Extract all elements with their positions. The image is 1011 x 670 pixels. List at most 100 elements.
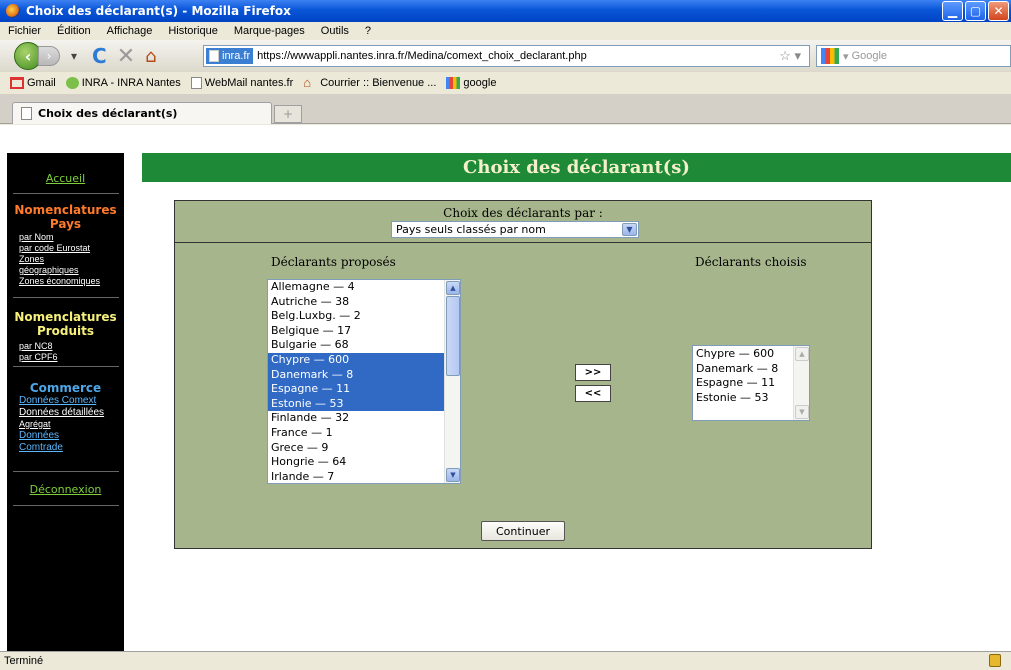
bookmark-star-icon[interactable]: ☆ ▾ (779, 48, 801, 64)
sidebar-heading-nomenclatures-produits: Nomenclatures Produits (7, 310, 124, 338)
menu-outils[interactable]: Outils (313, 25, 357, 37)
proposed-list-item[interactable]: Bulgarie — 68 (268, 338, 444, 353)
window-title: Choix des déclarant(s) - Mozilla Firefox (26, 4, 291, 18)
minimize-button[interactable]: ▁ (942, 1, 963, 21)
sidebar-links-commerce: Données Comext Données détaillées Agréga… (7, 395, 124, 454)
sidebar-divider (13, 366, 119, 367)
scroll-up-icon[interactable]: ▲ (446, 281, 460, 295)
new-tab-button[interactable]: + (274, 105, 302, 123)
continue-button[interactable]: Continuer (481, 521, 565, 541)
history-dropdown-icon[interactable]: ▾ (66, 48, 82, 64)
menu-affichage[interactable]: Affichage (99, 25, 161, 37)
menu-historique[interactable]: Historique (160, 25, 226, 37)
menu-bar: Fichier Édition Affichage Historique Mar… (0, 22, 1011, 40)
reload-icon[interactable]: C (92, 44, 107, 68)
search-engine-dropdown-icon[interactable]: ▾ (843, 50, 852, 63)
bookmark-courrier[interactable]: ⌂ Courrier :: Bienvenue ... (303, 75, 436, 90)
sidebar-link-donnees[interactable]: Données (7, 430, 124, 442)
google-icon (446, 77, 461, 89)
stop-icon[interactable]: ✕ (117, 44, 135, 69)
heading-line-2: Pays (49, 217, 82, 231)
chosen-list-item[interactable]: Chypre — 600 (693, 347, 795, 362)
proposed-list-item[interactable]: Irlande — 7 (268, 470, 444, 483)
proposed-list-label: Déclarants proposés (271, 255, 396, 269)
page-title: Choix des déclarant(s) (142, 153, 1011, 182)
declarant-selection-panel: Choix des déclarants par : Pays seuls cl… (174, 200, 872, 549)
firefox-icon (6, 4, 20, 18)
url-text[interactable]: https://wwwappli.nantes.inra.fr/Medina/c… (257, 50, 587, 62)
sidebar-link-zones-economiques[interactable]: Zones économiques (7, 276, 124, 287)
heading-line-1: Nomenclatures (14, 203, 117, 217)
sidebar-link-zones[interactable]: Zones (7, 254, 124, 265)
proposed-declarants-list[interactable]: Allemagne — 4 Autriche — 38 Belg.Luxbg. — … (267, 279, 461, 484)
sidebar-divider (13, 471, 119, 472)
close-button[interactable]: ✕ (988, 1, 1009, 21)
sidebar-divider (13, 297, 119, 298)
scrollbar-thumb[interactable] (446, 296, 460, 376)
site-identity-badge[interactable]: inra.fr (206, 48, 254, 64)
bookmark-gmail[interactable]: Gmail (10, 77, 56, 89)
google-icon[interactable] (821, 48, 839, 64)
search-bar[interactable]: ▾ Google (816, 45, 1011, 67)
tab-choix-declarants[interactable]: Choix des déclarant(s) (12, 102, 272, 124)
proposed-list-item[interactable]: Espagne — 11 (268, 382, 444, 397)
sidebar-link-geographiques[interactable]: géographiques (7, 265, 124, 276)
sidebar-link-deconnexion[interactable]: Déconnexion (7, 483, 124, 496)
proposed-list-item[interactable]: Estonie — 53 (268, 396, 444, 412)
inra-icon (65, 77, 79, 89)
sidebar-link-comtrade[interactable]: Comtrade (7, 442, 124, 454)
sidebar-link-par-cpf6[interactable]: par CPF6 (7, 352, 124, 363)
sidebar-link-agregat[interactable]: Agrégat (7, 419, 124, 430)
menu-marque-pages[interactable]: Marque-pages (226, 25, 313, 37)
lock-icon[interactable] (989, 654, 1001, 667)
home-icon[interactable]: ⌂ (145, 46, 156, 67)
page-content: Accueil Nomenclatures Pays par Nom par c… (0, 125, 1011, 651)
sidebar-link-accueil[interactable]: Accueil (7, 172, 124, 185)
sidebar-divider (13, 505, 119, 506)
bookmark-google[interactable]: google (446, 77, 496, 89)
proposed-list-item[interactable]: Belg.Luxbg. — 2 (268, 309, 444, 324)
sidebar-link-par-nc8[interactable]: par NC8 (7, 341, 124, 352)
url-bar[interactable]: inra.fr https://wwwappli.nantes.inra.fr/… (203, 45, 810, 67)
sidebar-heading-nomenclatures-pays: Nomenclatures Pays (7, 203, 124, 231)
chosen-list-item[interactable]: Estonie — 53 (693, 391, 795, 406)
sidebar-link-par-code-eurostat[interactable]: par code Eurostat (7, 243, 124, 254)
menu-help[interactable]: ? (357, 25, 379, 37)
chosen-list-scrollbar[interactable]: ▲ ▼ (793, 346, 809, 420)
scroll-up-icon[interactable]: ▲ (795, 347, 809, 361)
maximize-button[interactable]: ▢ (965, 1, 986, 21)
sidebar-link-donnees-detaillees[interactable]: Données détaillées (7, 407, 124, 419)
chosen-list-item[interactable]: Espagne — 11 (693, 376, 795, 391)
proposed-list-item[interactable]: Finlande — 32 (268, 411, 444, 426)
proposed-list-scrollbar[interactable]: ▲ ▼ (444, 280, 460, 483)
menu-edition[interactable]: Édition (49, 25, 99, 37)
chevron-down-icon[interactable]: ▼ (622, 223, 637, 236)
proposed-list-item[interactable]: France — 1 (268, 426, 444, 441)
scroll-down-icon[interactable]: ▼ (446, 468, 460, 482)
search-placeholder: Google (851, 50, 888, 62)
proposed-list-item[interactable]: Chypre — 600 (268, 352, 444, 368)
chosen-list-label: Déclarants choisis (695, 255, 807, 269)
home-icon: ⌂ (303, 75, 312, 90)
sidebar-link-donnees-comext[interactable]: Données Comext (7, 395, 124, 407)
proposed-list-item[interactable]: Grece — 9 (268, 441, 444, 456)
proposed-list-item[interactable]: Danemark — 8 (268, 367, 444, 383)
mode-selection-row: Choix des déclarants par : Pays seuls cl… (175, 201, 871, 243)
proposed-list-item[interactable]: Autriche — 38 (268, 295, 444, 310)
chosen-declarants-list[interactable]: Chypre — 600 Danemark — 8 Espagne — 11 Esto… (692, 345, 810, 421)
sidebar-link-par-nom[interactable]: par Nom (7, 232, 124, 243)
mode-select[interactable]: Pays seuls classés par nom ▼ (391, 221, 639, 238)
sidebar-links-produits: par NC8 par CPF6 (7, 341, 124, 363)
chosen-list-item[interactable]: Danemark — 8 (693, 362, 795, 377)
add-declarant-button[interactable]: >> (575, 364, 611, 381)
scroll-down-icon[interactable]: ▼ (795, 405, 809, 419)
remove-declarant-button[interactable]: << (575, 385, 611, 402)
bookmark-inra[interactable]: INRA - INRA Nantes (65, 77, 181, 89)
forward-button[interactable]: › (38, 46, 60, 66)
bookmark-webmail[interactable]: WebMail nantes.fr (190, 77, 293, 89)
proposed-list-item[interactable]: Hongrie — 64 (268, 455, 444, 470)
proposed-list-item[interactable]: Belgique — 17 (268, 324, 444, 339)
mode-select-value: Pays seuls classés par nom (396, 223, 546, 236)
menu-fichier[interactable]: Fichier (0, 25, 49, 37)
proposed-list-item[interactable]: Allemagne — 4 (268, 280, 444, 295)
